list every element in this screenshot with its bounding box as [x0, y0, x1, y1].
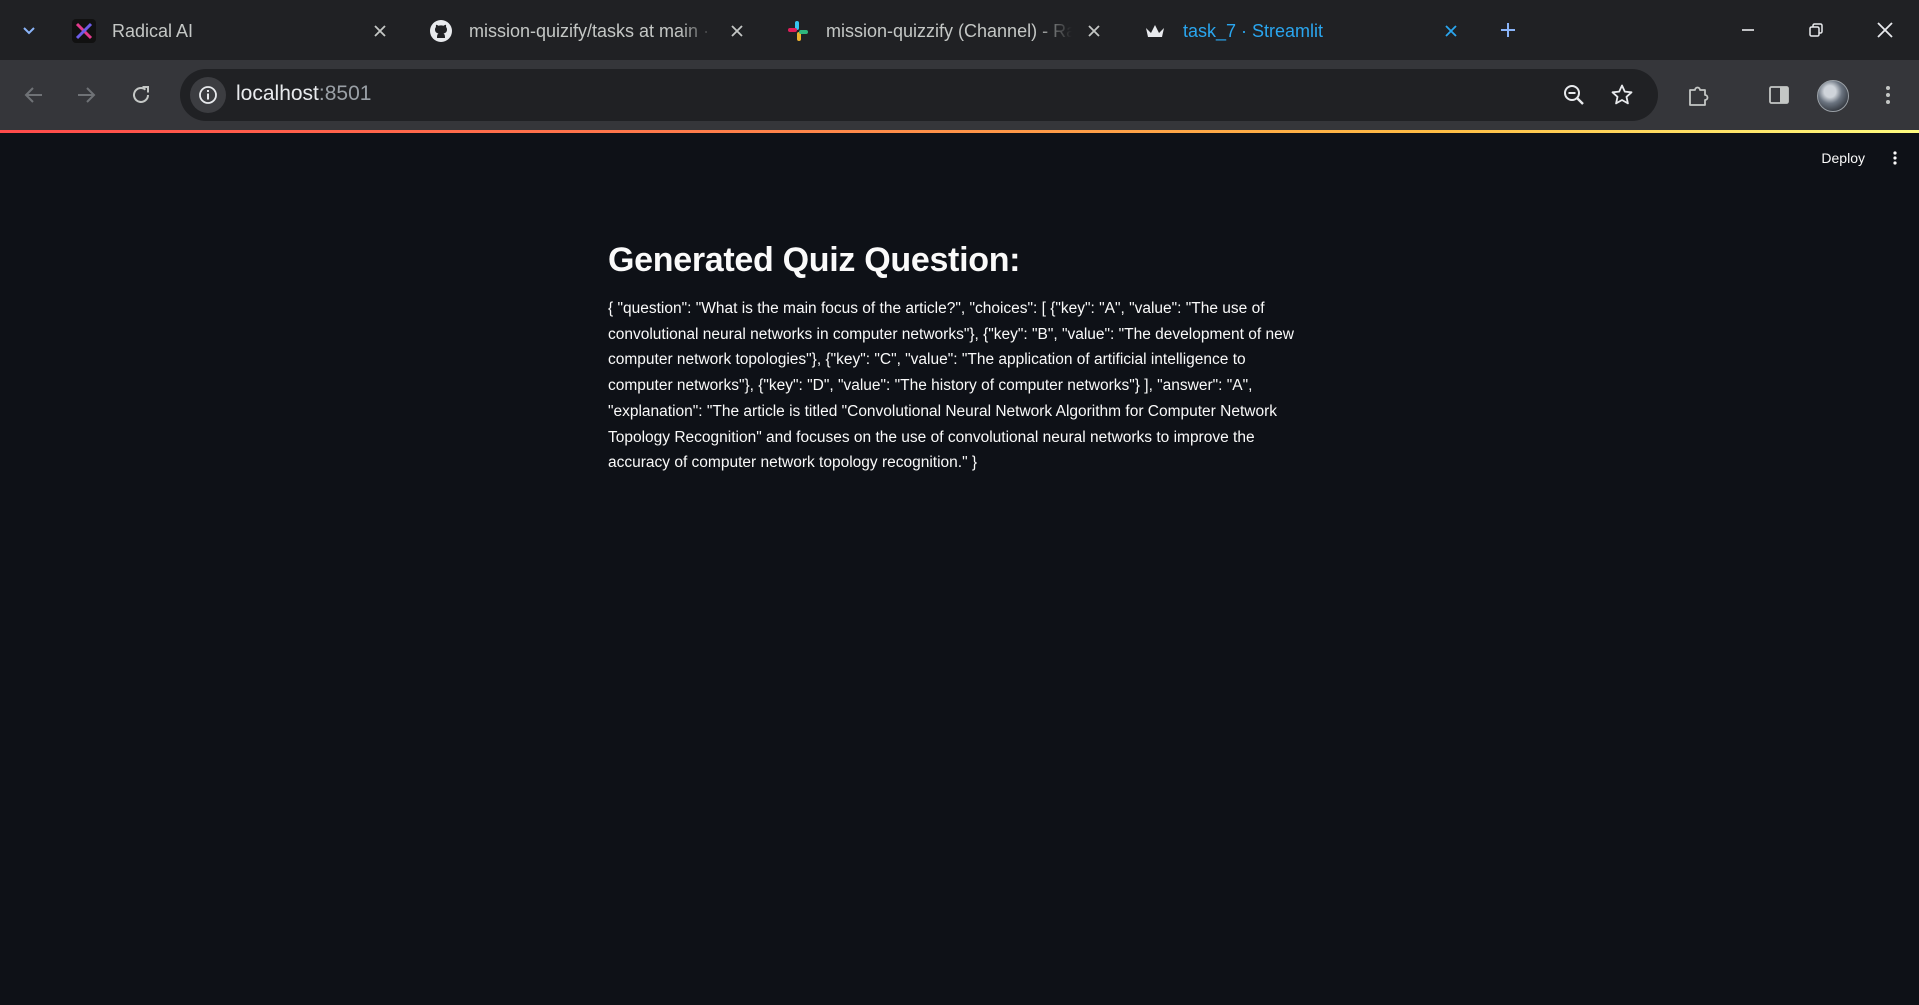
browser-menu-button[interactable]: [1870, 77, 1906, 113]
new-tab-button[interactable]: [1490, 14, 1526, 46]
tab-strip: Radical AI mission-quizify/tasks at main…: [0, 0, 1919, 60]
side-panel-button[interactable]: [1761, 77, 1797, 113]
close-icon[interactable]: [1082, 19, 1106, 43]
restore-button[interactable]: [1792, 8, 1840, 52]
back-button[interactable]: [14, 75, 54, 115]
star-icon: [1611, 84, 1633, 105]
app-viewport: Deploy Generated Quiz Question: { "quest…: [0, 133, 1919, 1005]
arrow-left-icon: [24, 87, 42, 103]
profile-avatar[interactable]: [1817, 80, 1849, 112]
url-host: localhost: [236, 82, 319, 105]
tab-title: mission-quizify/tasks at main · radical-…: [469, 20, 715, 41]
slack-icon: [786, 19, 810, 43]
page-title: Generated Quiz Question:: [608, 241, 1021, 279]
restore-icon: [1809, 23, 1823, 37]
close-icon[interactable]: [368, 19, 392, 43]
url-text[interactable]: localhost:8501: [236, 82, 371, 106]
address-bar[interactable]: localhost:8501: [180, 69, 1658, 121]
puzzle-icon: [1689, 86, 1709, 106]
tab-github[interactable]: mission-quizify/tasks at main · radical-…: [413, 8, 763, 54]
close-icon[interactable]: [725, 19, 749, 43]
more-vertical-icon: [1893, 151, 1897, 165]
zoom-button[interactable]: [1558, 79, 1590, 111]
tab-title: mission-quizzify (Channel) - Radical AI …: [826, 20, 1072, 41]
reload-button[interactable]: [121, 75, 161, 115]
side-panel-icon: [1769, 86, 1789, 104]
streamlit-icon: [1143, 19, 1167, 43]
reload-icon: [133, 86, 149, 103]
close-window-button[interactable]: [1861, 8, 1909, 52]
info-icon: [199, 86, 217, 104]
close-icon[interactable]: [1439, 19, 1463, 43]
tab-title: task_7 · Streamlit: [1183, 20, 1324, 41]
quiz-question-output: { "question": "What is the main focus of…: [608, 300, 1294, 472]
site-info-button[interactable]: [190, 77, 226, 113]
close-icon: [1877, 22, 1893, 38]
tab-slack[interactable]: mission-quizzify (Channel) - Radical AI …: [770, 8, 1120, 54]
tab-radical-ai[interactable]: Radical AI: [56, 8, 406, 54]
tab-search-button[interactable]: [13, 14, 45, 46]
radical-ai-favicon-icon: [72, 19, 96, 43]
main-content: Generated Quiz Question: { "question": "…: [608, 241, 1313, 476]
github-icon: [429, 19, 453, 43]
bookmark-button[interactable]: [1606, 79, 1638, 111]
plus-icon: [1501, 23, 1515, 37]
deploy-button[interactable]: Deploy: [1815, 146, 1871, 170]
arrow-right-icon: [78, 87, 96, 103]
forward-button[interactable]: [66, 75, 106, 115]
more-vertical-icon: [1886, 86, 1890, 104]
zoom-out-icon: [1564, 85, 1584, 105]
minimize-button[interactable]: [1724, 8, 1772, 52]
chevron-down-icon: [23, 27, 35, 35]
extensions-button[interactable]: [1681, 77, 1717, 113]
minimize-icon: [1742, 29, 1754, 31]
tab-streamlit[interactable]: task_7 · Streamlit: [1127, 8, 1477, 54]
tab-title: Radical AI: [112, 20, 194, 41]
url-port: :8501: [318, 82, 372, 105]
app-menu-button[interactable]: [1885, 146, 1905, 170]
browser-toolbar: localhost:8501: [0, 60, 1919, 130]
